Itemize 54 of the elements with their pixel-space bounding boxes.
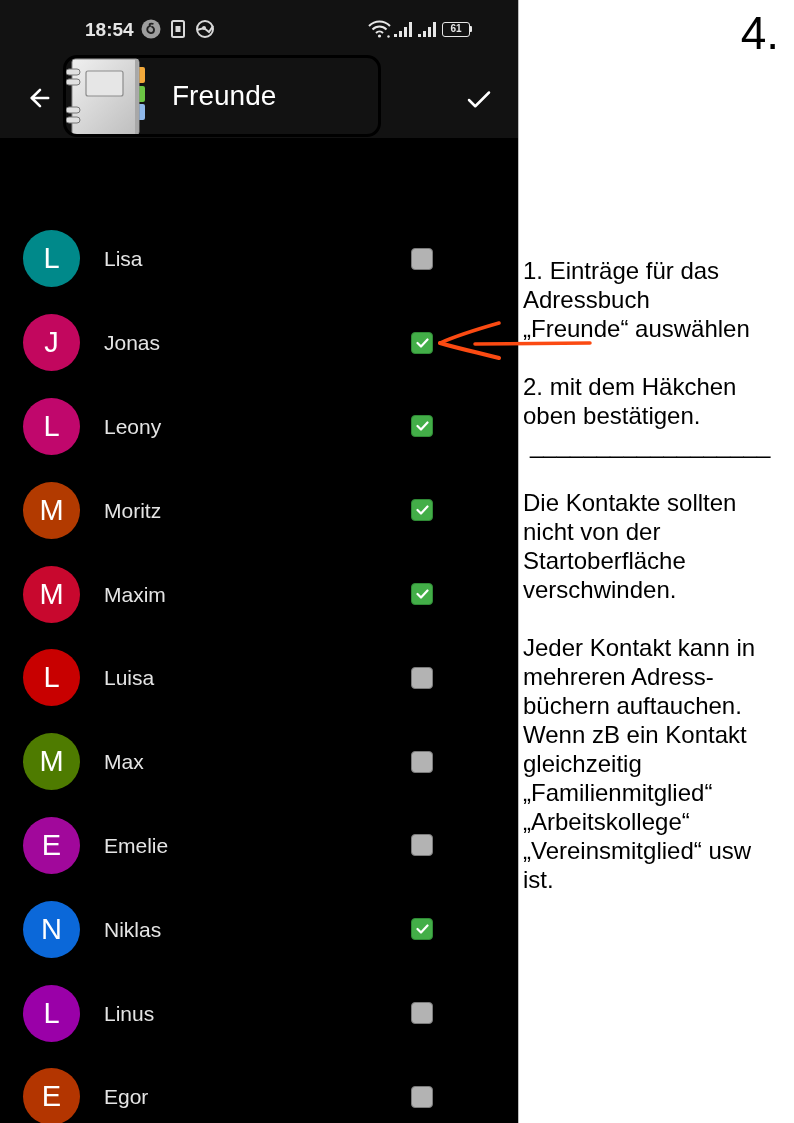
checkbox[interactable]: [411, 918, 433, 941]
checkbox[interactable]: [411, 499, 433, 522]
tick-icon: [415, 505, 429, 516]
contact-name[interactable]: Egor: [104, 1086, 411, 1108]
contact-name[interactable]: Niklas: [104, 918, 411, 940]
avatar: L: [23, 398, 80, 455]
checkbox[interactable]: [411, 583, 433, 606]
avatar: M: [23, 481, 80, 539]
signal-icon: [418, 21, 438, 37]
instruction-text: 2. mit dem Häkchen oben bestätigen.: [523, 372, 737, 430]
tick-icon: [415, 337, 429, 348]
contact-name[interactable]: Jonas: [104, 332, 411, 354]
contact-name[interactable]: Linus: [104, 1002, 411, 1024]
signal-icon: [394, 21, 414, 37]
avatar: M: [23, 565, 80, 623]
tick-icon: [415, 924, 429, 935]
sim-card-icon: [170, 20, 185, 38]
avatar: N: [23, 900, 80, 958]
instruction-text: Die Kontakte sollten nicht von der Startoberfläche verschwinden.: [523, 488, 737, 604]
instruction-text: 1. Einträge für das Adressbuch „Freunde“ auswählen: [523, 256, 750, 343]
contact-name[interactable]: Moritz: [104, 499, 411, 521]
avatar: E: [23, 1068, 80, 1123]
checkbox[interactable]: [411, 1002, 433, 1025]
checkbox[interactable]: [411, 750, 433, 773]
checkbox[interactable]: [411, 666, 433, 689]
checkbox[interactable]: [411, 331, 433, 354]
avatar: L: [23, 230, 80, 288]
checkbox[interactable]: [411, 415, 433, 438]
contact-name[interactable]: Lisa: [104, 248, 411, 270]
notification-icon: [140, 19, 161, 39]
wifi-icon: [368, 20, 391, 38]
contact-name[interactable]: Emelie: [104, 834, 411, 856]
contact-name[interactable]: Luisa: [104, 667, 411, 689]
avatar: L: [23, 649, 80, 707]
status-time: 18:54: [85, 19, 134, 39]
step-number: 4.: [740, 10, 779, 56]
avatar: L: [23, 984, 80, 1042]
contact-name[interactable]: Maxim: [104, 583, 411, 605]
checkbox[interactable]: [411, 1085, 433, 1108]
tick-icon: [415, 421, 429, 432]
underscore-rule: __________________: [530, 430, 771, 459]
battery-indicator: 61: [442, 21, 472, 37]
avatar: E: [23, 816, 80, 874]
avatar: J: [23, 314, 80, 372]
checkbox[interactable]: [411, 834, 433, 857]
globe-icon: [194, 20, 215, 38]
notebook-icon: [65, 58, 145, 136]
contact-name[interactable]: Max: [104, 751, 411, 773]
checkbox[interactable]: [411, 247, 433, 270]
avatar: M: [23, 733, 80, 791]
instruction-text: Jeder Kontakt kann in mehreren Adress- büchern auftauchen. Wenn zB ein Kontakt gleichzeitig „Familienmitglied“ „Arbeitskollege“ „Vereinsmitglied“ usw ist.: [523, 633, 756, 894]
contact-name[interactable]: Leony: [104, 416, 411, 437]
page-title: Freunde: [172, 82, 277, 110]
tick-icon: [415, 589, 429, 600]
